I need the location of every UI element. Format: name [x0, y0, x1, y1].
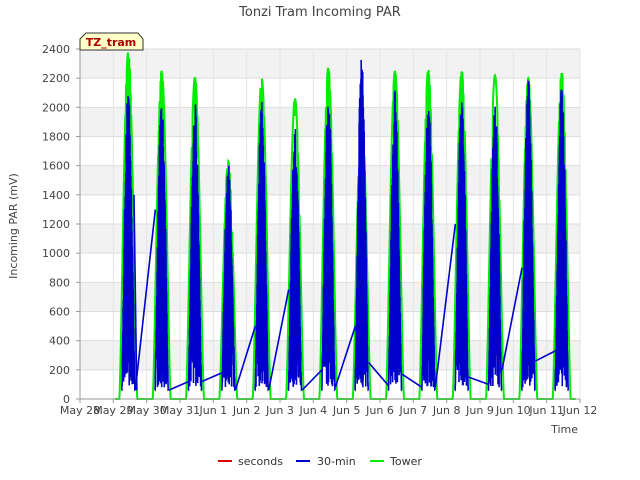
y-tick-label: 2000: [42, 101, 70, 114]
legend-label-30-min: 30-min: [317, 455, 356, 468]
y-tick-label: 800: [49, 276, 70, 289]
x-tick-labels: May 28May 29May 30May 31 Jun 1 Jun 2 Jun 3J…: [60, 399, 597, 417]
x-tick-label: Jun 12: [562, 404, 598, 417]
line-chart: Tonzi Tram Incoming PAR 0200400600800100…: [7, 5, 597, 468]
y-tick-label: 1600: [42, 160, 70, 173]
y-tick-label: 1000: [42, 247, 70, 260]
legend-label-seconds: seconds: [238, 455, 283, 468]
y-axis-label: Incoming PAR (mV): [7, 173, 20, 279]
legend-label-tower: Tower: [389, 455, 422, 468]
y-tick-label: 2200: [42, 72, 70, 85]
chart-title: Tonzi Tram Incoming PAR: [238, 5, 401, 20]
x-tick-label: Jun 4: [298, 404, 327, 417]
x-tick-label: Jun 11: [528, 404, 564, 417]
y-tick-label: 400: [49, 335, 70, 348]
y-tick-label: 2400: [42, 43, 70, 56]
x-tick-label: Jun 7: [398, 404, 427, 417]
y-tick-label: 200: [49, 364, 70, 377]
x-tick-label: Jun 2: [232, 404, 261, 417]
y-tick-label: 1800: [42, 131, 70, 144]
legend: seconds 30-min Tower: [218, 455, 422, 468]
y-tick-label: 1200: [42, 218, 70, 231]
badge-label: TZ_tram: [86, 36, 137, 49]
badge: TZ_tram: [79, 32, 144, 51]
x-tick-label: Jun 9: [465, 404, 494, 417]
x-tick-label: Jun 3: [265, 404, 294, 417]
x-tick-label: Jun 6: [365, 404, 394, 417]
x-axis-label: Time: [550, 423, 578, 436]
x-tick-label: Jun 5: [332, 404, 361, 417]
x-tick-label: Jun 8: [432, 404, 461, 417]
x-tick-label: May 31: [160, 404, 200, 417]
x-tick-label: Jun 10: [495, 404, 531, 417]
y-tick-label: 1400: [42, 189, 70, 202]
y-tick-label: 600: [49, 306, 70, 319]
x-tick-label: Jun 1: [198, 404, 227, 417]
y-tick-labels: 0200400600800100012001400160018002000220…: [42, 43, 80, 406]
